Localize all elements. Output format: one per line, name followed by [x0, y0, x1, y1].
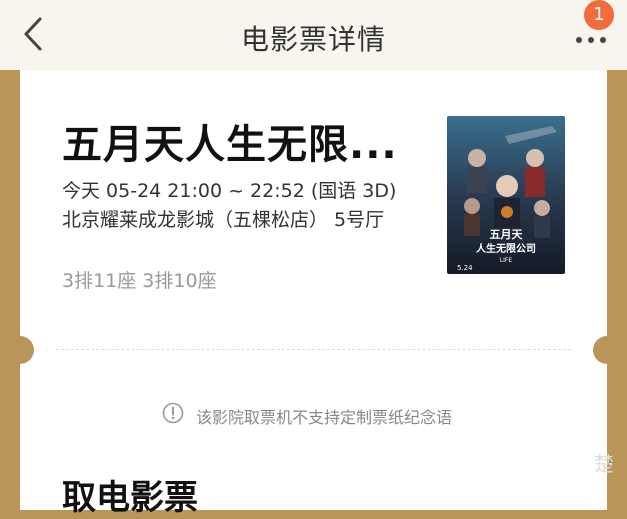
poster-title-line1: 五月天	[490, 228, 524, 241]
showtime: 今天 05-24 21:00 ~ 22:52 (国语 3D)	[62, 180, 397, 202]
page-title: 电影票详情	[240, 23, 386, 56]
nav-bar: 电影票详情 1	[0, 0, 627, 70]
poster-subtitle: LIFE	[500, 257, 513, 264]
more-button[interactable]	[574, 30, 608, 43]
poster-date: 5.24	[457, 264, 473, 272]
poster-title-line2: 人生无限公司	[476, 242, 536, 255]
ticket-divider	[56, 349, 571, 350]
more-horizontal-icon	[576, 37, 606, 43]
notice-text: 该影院取票机不支持定制票纸纪念语	[196, 408, 453, 427]
movie-poster[interactable]: 五月天 人生无限公司 LIFE 5.24	[447, 116, 565, 274]
info-circle-icon	[162, 402, 184, 424]
ticket-notch-left	[6, 336, 34, 364]
cinema-name: 北京耀莱成龙影城（五棵松店） 5号厅	[62, 209, 385, 231]
seat-info: 3排11座 3排10座	[62, 270, 217, 292]
movie-title: 五月天人生无限...	[62, 122, 398, 168]
notification-badge: 1	[584, 0, 614, 30]
poster-image: 五月天 人生无限公司 LIFE 5.24	[447, 116, 565, 274]
watermark: 楚	[594, 452, 614, 476]
section-title: 取电影票	[62, 478, 198, 518]
ticket-notch-right	[593, 336, 621, 364]
